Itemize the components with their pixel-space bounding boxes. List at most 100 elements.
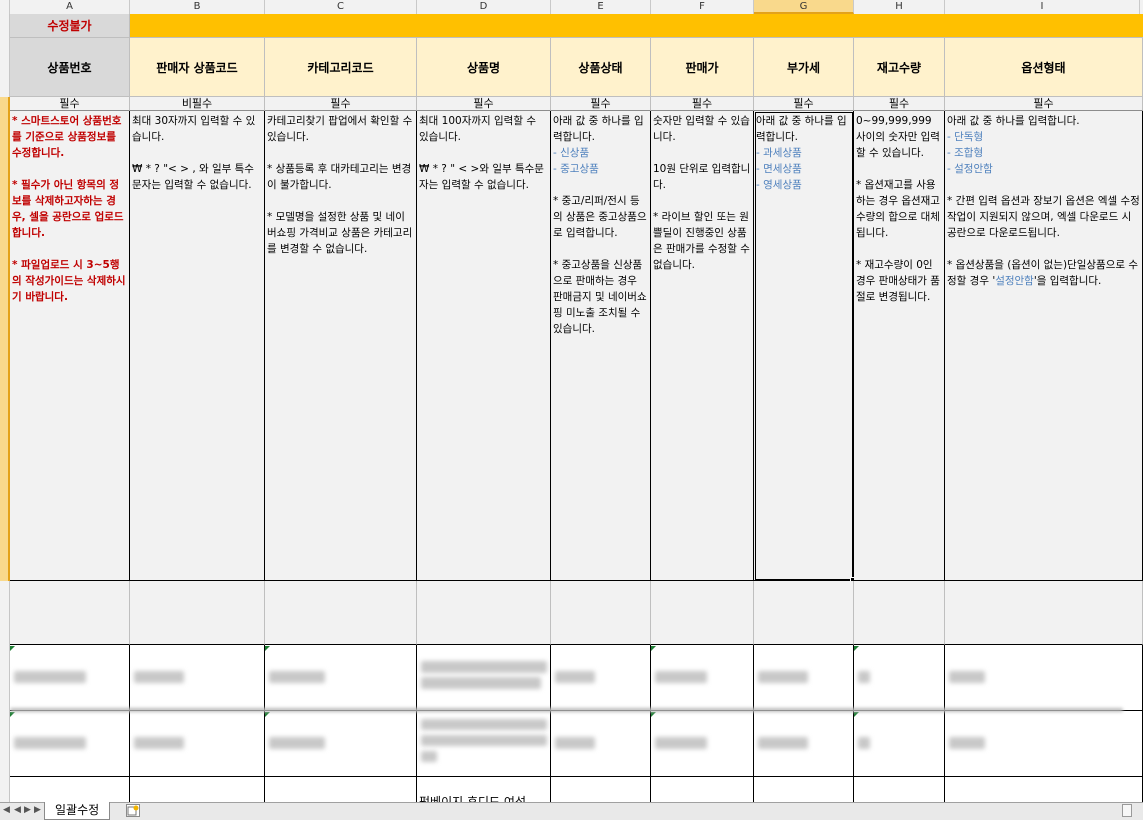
header-product-condition[interactable]: 상품상태 bbox=[551, 38, 651, 97]
data-row1-c[interactable] bbox=[265, 645, 417, 711]
guide-e[interactable]: 아래 값 중 하나를 입력합니다. - 신상품 - 중고상품 * 중고/리퍼/전… bbox=[551, 111, 651, 581]
blank-d[interactable] bbox=[417, 581, 551, 645]
sheet-tab-bar: ◀ ◀ ▶ ▶ 일괄수정 bbox=[0, 802, 1143, 820]
column-header-c[interactable]: C bbox=[265, 0, 417, 14]
header-product-name[interactable]: 상품명 bbox=[417, 38, 551, 97]
tab-nav-first-icon[interactable]: ◀ bbox=[3, 805, 10, 815]
guide-e-option-new: - 신상품 bbox=[553, 147, 590, 159]
sheet-tab-active[interactable]: 일괄수정 bbox=[44, 802, 111, 820]
blank-i[interactable] bbox=[945, 581, 1143, 645]
guide-e-line2: * 중고/리퍼/전시 등의 상품은 중고상품으로 입력합니다. bbox=[553, 195, 647, 239]
header-stock-quantity[interactable]: 재고수량 bbox=[854, 38, 945, 97]
header-seller-code[interactable]: 판매자 상품코드 bbox=[130, 38, 265, 97]
guide-f[interactable]: 숫자만 입력할 수 있습니다. 10원 단위로 입력합니다. * 라이브 할인 … bbox=[651, 111, 754, 581]
data-row2-h[interactable] bbox=[854, 711, 945, 777]
blank-h[interactable] bbox=[854, 581, 945, 645]
column-header-i[interactable]: I bbox=[945, 0, 1140, 14]
column-header-a[interactable]: A bbox=[10, 0, 130, 14]
required-g[interactable]: 필수 bbox=[754, 97, 854, 111]
sheet-grid[interactable]: 수정불가 상품번호 판매자 상품코드 카테고리코드 상품명 상품상태 판매가 부… bbox=[10, 14, 1143, 802]
guide-d-line1: 최대 100자까지 입력할 수 있습니다. bbox=[419, 115, 536, 143]
data-row3-i[interactable] bbox=[945, 777, 1143, 802]
banner-fill[interactable] bbox=[130, 14, 1143, 38]
data-row3-e[interactable] bbox=[551, 777, 651, 802]
blank-f[interactable] bbox=[651, 581, 754, 645]
required-a[interactable]: 필수 bbox=[10, 97, 130, 111]
data-row3-c[interactable] bbox=[265, 777, 417, 802]
guide-i-option-none: - 설정안함 bbox=[947, 163, 993, 175]
data-row1-e[interactable] bbox=[551, 645, 651, 711]
guide-i[interactable]: 아래 값 중 하나를 입력합니다. - 단독형 - 조합형 - 설정안함 * 간… bbox=[945, 111, 1143, 581]
data-row1-b[interactable] bbox=[130, 645, 265, 711]
column-header-bar: A B C D E F G H I bbox=[0, 0, 1143, 15]
data-row2-i[interactable] bbox=[945, 711, 1143, 777]
data-row2-f[interactable] bbox=[651, 711, 754, 777]
data-row1-f[interactable] bbox=[651, 645, 754, 711]
required-d[interactable]: 필수 bbox=[417, 97, 551, 111]
guide-b[interactable]: 최대 30자까지 입력할 수 있습니다. ₩ * ? "< > , 와 일부 특… bbox=[130, 111, 265, 581]
tab-nav-next-icon[interactable]: ▶ bbox=[24, 805, 31, 815]
header-category-code[interactable]: 카테고리코드 bbox=[265, 38, 417, 97]
redaction-band bbox=[10, 708, 1123, 712]
header-vat[interactable]: 부가세 bbox=[754, 38, 854, 97]
data-row3-b[interactable] bbox=[130, 777, 265, 802]
data-row1-g[interactable] bbox=[754, 645, 854, 711]
required-f[interactable]: 필수 bbox=[651, 97, 754, 111]
guide-i-line2: * 간편 입력 옵션과 장보기 옵션은 엑셀 수정작업이 지원되지 않으며, 엑… bbox=[947, 195, 1140, 239]
locked-banner-cell[interactable]: 수정불가 bbox=[10, 14, 130, 38]
header-option-type[interactable]: 옵션형태 bbox=[945, 38, 1143, 97]
data-row2-a[interactable] bbox=[10, 711, 130, 777]
guide-d-line2: ₩ * ? " < >와 일부 특수문자는 입력할 수 없습니다. bbox=[419, 163, 544, 191]
guide-h-line2: * 옵션재고를 사용하는 경우 옵션재고수량의 합으로 대체됩니다. bbox=[856, 179, 940, 239]
required-e[interactable]: 필수 bbox=[551, 97, 651, 111]
guide-c-line3: * 모델명을 설정한 상품 및 네이버쇼핑 가격비교 상품은 카테고리를 변경할… bbox=[267, 211, 413, 255]
cell-indicator-icon bbox=[651, 712, 656, 717]
guide-g-selected[interactable]: 아래 값 중 하나를 입력합니다. - 과세상품 - 면세상품 - 영세상품 bbox=[754, 111, 854, 581]
guide-e-option-used: - 중고상품 bbox=[553, 163, 599, 175]
data-row2-d[interactable] bbox=[417, 711, 551, 777]
data-row3-a[interactable] bbox=[10, 777, 130, 802]
header-sale-price[interactable]: 판매가 bbox=[651, 38, 754, 97]
data-row2-c[interactable] bbox=[265, 711, 417, 777]
guide-h[interactable]: 0~99,999,999 사이의 숫자만 입력할 수 있습니다. * 옵션재고를… bbox=[854, 111, 945, 581]
header-product-number[interactable]: 상품번호 bbox=[10, 38, 130, 97]
data-row3-h[interactable] bbox=[854, 777, 945, 802]
guide-c[interactable]: 카테고리찾기 팝업에서 확인할 수 있습니다. * 상품등록 후 대카테고리는 … bbox=[265, 111, 417, 581]
cell-indicator-icon bbox=[854, 646, 859, 651]
horizontal-scrollbar-thumb[interactable] bbox=[1122, 804, 1132, 817]
required-c[interactable]: 필수 bbox=[265, 97, 417, 111]
data-row1-a[interactable] bbox=[10, 645, 130, 711]
column-header-h[interactable]: H bbox=[854, 0, 945, 14]
guide-a[interactable]: * 스마트스토어 상품번호를 기준으로 상품정보를 수정합니다. * 필수가 아… bbox=[10, 111, 130, 581]
select-all-corner[interactable] bbox=[0, 0, 10, 14]
insert-sheet-icon[interactable] bbox=[126, 804, 140, 817]
blank-a[interactable] bbox=[10, 581, 130, 645]
guide-d[interactable]: 최대 100자까지 입력할 수 있습니다. ₩ * ? " < >와 일부 특수… bbox=[417, 111, 551, 581]
data-row3-g[interactable] bbox=[754, 777, 854, 802]
required-b[interactable]: 비필수 bbox=[130, 97, 265, 111]
row-header-selected[interactable] bbox=[0, 97, 10, 581]
column-header-f[interactable]: F bbox=[651, 0, 754, 14]
data-row1-h[interactable] bbox=[854, 645, 945, 711]
data-row3-d[interactable]: 펌베이지 후디드 여성 bbox=[417, 777, 551, 802]
column-header-b[interactable]: B bbox=[130, 0, 265, 14]
tab-nav-last-icon[interactable]: ▶ bbox=[34, 805, 41, 815]
blank-e[interactable] bbox=[551, 581, 651, 645]
blank-g[interactable] bbox=[754, 581, 854, 645]
column-header-g[interactable]: G bbox=[754, 0, 854, 14]
required-h[interactable]: 필수 bbox=[854, 97, 945, 111]
data-row2-g[interactable] bbox=[754, 711, 854, 777]
guide-a-line1: * 스마트스토어 상품번호를 기준으로 상품정보를 수정합니다. bbox=[12, 115, 122, 159]
data-row2-e[interactable] bbox=[551, 711, 651, 777]
data-row1-d[interactable] bbox=[417, 645, 551, 711]
blank-c[interactable] bbox=[265, 581, 417, 645]
column-header-e[interactable]: E bbox=[551, 0, 651, 14]
tab-nav-prev-icon[interactable]: ◀ bbox=[14, 805, 21, 815]
guide-f-line2: 10원 단위로 입력합니다. bbox=[653, 163, 751, 191]
column-header-d[interactable]: D bbox=[417, 0, 551, 14]
required-i[interactable]: 필수 bbox=[945, 97, 1143, 111]
data-row1-i[interactable] bbox=[945, 645, 1143, 711]
data-row3-f[interactable] bbox=[651, 777, 754, 802]
data-row2-b[interactable] bbox=[130, 711, 265, 777]
blank-b[interactable] bbox=[130, 581, 265, 645]
